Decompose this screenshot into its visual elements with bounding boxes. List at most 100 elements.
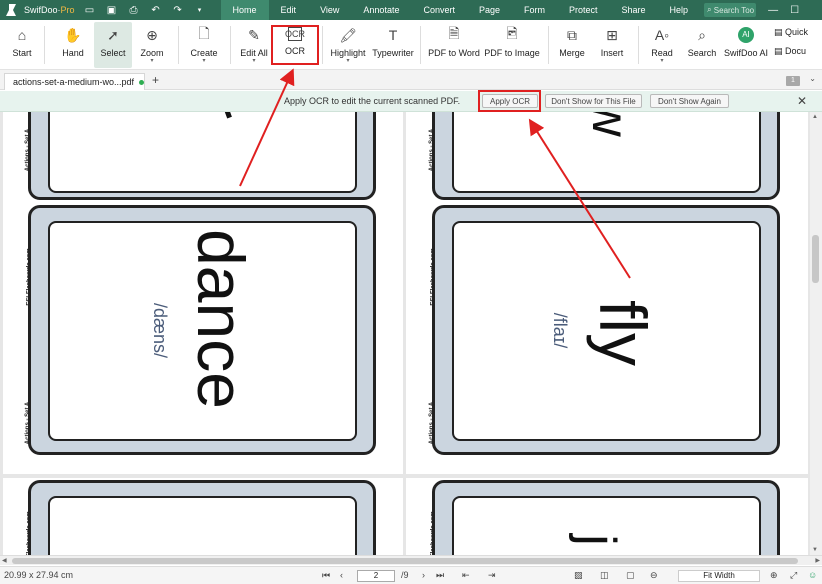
typewriter-icon: T <box>388 27 398 43</box>
search-placeholder: Search Too <box>713 5 755 15</box>
menu-view[interactable]: View <box>308 0 351 20</box>
hand-button[interactable]: ✋ Hand <box>54 22 92 68</box>
document-canvas[interactable]: Actions - Set A ESLFlashcards.com Action… <box>0 112 810 555</box>
zoom-label: Zoom <box>140 48 164 58</box>
edit-all-button[interactable]: ✎ Edit All ▾ <box>236 22 272 68</box>
chevron-down-icon: ▾ <box>252 58 256 64</box>
app-window: SwifDoo·Pro ▭ ▣ ⎙ ↶ ↷ ▾ Home Edit View A… <box>0 0 822 584</box>
scroll-up-icon[interactable]: ▲ <box>812 114 818 120</box>
zoom-icon: ⊕ <box>146 26 158 43</box>
single-page-icon[interactable]: ▢ <box>626 570 635 581</box>
zoom-in-icon[interactable]: ⊕ <box>770 570 778 581</box>
menu-home[interactable]: Home <box>220 0 269 20</box>
menu-help[interactable]: Help <box>658 0 701 20</box>
merge-button[interactable]: ⧉ Merge <box>554 22 590 68</box>
search-button[interactable]: ⌕ Search <box>684 22 720 68</box>
image-file-icon: 🖻 <box>506 25 518 41</box>
home-icon: ⌂ <box>17 27 27 43</box>
flashcard-word: dance <box>183 229 258 409</box>
vertical-scroll-thumb[interactable] <box>812 235 819 283</box>
pdf-to-image-button[interactable]: 🖻 PDF to Image <box>484 22 540 68</box>
dropdown-chevron-icon[interactable]: ▾ <box>193 6 207 14</box>
dont-show-again-button[interactable]: Don't Show Again <box>650 94 729 108</box>
flashcard-fly: ESLFlashcards.com Actions - Set A fly /f… <box>429 205 780 455</box>
search-doc-icon: ⌕ <box>698 26 706 43</box>
menu-edit[interactable]: Edit <box>269 0 309 20</box>
card-side-text: ESLFlashcards.com <box>430 511 437 555</box>
ribbon-divider <box>178 26 179 64</box>
pdf-page: Actions - Set A w ESLFlashcards.com Acti… <box>406 112 808 474</box>
tab-list-chevron-icon[interactable]: ⌄ <box>809 74 816 83</box>
merge-icon: ⧉ <box>567 26 577 43</box>
minimize-icon[interactable]: — <box>768 5 778 16</box>
cursor-icon: ➚ <box>107 26 119 43</box>
page-size-readout: 20.99 x 27.94 cm <box>4 570 74 580</box>
status-bar: 20.99 x 27.94 cm ⏮ ‹ 2 /9 › ⏭ ⇤ ⇥ ▨ ◫ ▢ … <box>0 566 822 584</box>
horizontal-scroll-thumb[interactable] <box>12 558 798 564</box>
card-side-text: Actions - Set A <box>25 128 32 172</box>
highlight-button[interactable]: 🖍 Highlight ▾ <box>328 22 368 68</box>
edit-all-label: Edit All <box>240 48 268 58</box>
prev-page-icon[interactable]: ‹ <box>340 570 343 580</box>
menu-page[interactable]: Page <box>467 0 512 20</box>
document-icon: ▤ <box>774 46 783 56</box>
zoom-mode-select[interactable]: Fit Width <box>678 570 760 582</box>
pdf-to-image-label: PDF to Image <box>484 48 540 58</box>
zoom-out-icon[interactable]: ⊖ <box>650 570 658 581</box>
zoom-button[interactable]: ⊕ Zoom ▾ <box>134 22 170 68</box>
typewriter-label: Typewriter <box>372 48 414 58</box>
docu-label: ▤ Docu <box>774 46 806 57</box>
ribbon-divider <box>230 26 231 64</box>
page-layout-icon[interactable]: ▨ <box>574 570 583 581</box>
undo-icon[interactable]: ↶ <box>149 5 163 16</box>
pdf-to-word-button[interactable]: 🗎 PDF to Word <box>426 22 482 68</box>
next-page-icon[interactable]: › <box>422 570 425 580</box>
insert-button[interactable]: ⊞ Insert <box>594 22 630 68</box>
flashcard-phonetic: /flaɪ/ <box>550 312 571 349</box>
flashcard-word-fragment: w <box>580 112 639 137</box>
swifdoo-ai-button[interactable]: AI SwifDoo AI <box>722 22 770 68</box>
current-page-input[interactable]: 2 <box>357 570 395 582</box>
menu-protect[interactable]: Protect <box>557 0 610 20</box>
fit-page-icon[interactable]: ⤢ <box>790 570 797 581</box>
docu-text: Docu <box>785 46 807 56</box>
read-button[interactable]: A◦ Read ▾ <box>644 22 680 68</box>
maximize-icon[interactable]: ☐ <box>790 5 799 16</box>
previous-view-icon[interactable]: ⇤ <box>462 570 470 581</box>
document-tab[interactable]: actions-set-a-medium-wo...pdf <box>4 73 145 90</box>
save-icon[interactable]: ▣ <box>105 5 119 16</box>
first-page-icon[interactable]: ⏮ <box>322 570 330 581</box>
scroll-left-icon[interactable]: ◀ <box>2 557 7 564</box>
start-button[interactable]: ⌂ Start <box>4 22 40 68</box>
ocr-highlight-box <box>271 25 319 65</box>
last-page-icon[interactable]: ⏭ <box>436 570 444 581</box>
app-name-text: SwifDoo <box>24 5 58 15</box>
ribbon-divider <box>420 26 421 64</box>
dual-page-icon[interactable]: ◫ <box>600 570 609 581</box>
typewriter-button[interactable]: T Typewriter <box>370 22 416 68</box>
menu-form[interactable]: Form <box>512 0 557 20</box>
scroll-right-icon[interactable]: ▶ <box>815 557 820 564</box>
next-view-icon[interactable]: ⇥ <box>488 570 496 581</box>
scroll-down-icon[interactable]: ▼ <box>812 547 818 553</box>
new-tab-plus-icon[interactable]: + <box>152 73 159 87</box>
menu-convert[interactable]: Convert <box>411 0 467 20</box>
quick-button[interactable]: ▤ Quick ▤ Docu <box>774 22 822 68</box>
print-icon[interactable]: ⎙ <box>127 5 141 16</box>
search-tools-input[interactable]: ⌕ Search Too <box>704 3 757 17</box>
menu-annotate[interactable]: Annotate <box>351 0 411 20</box>
menu-share[interactable]: Share <box>610 0 658 20</box>
pdf-page: ESLFlashcards.com j <box>406 478 808 555</box>
folder-icon[interactable]: ▭ <box>83 5 97 16</box>
vertical-scrollbar[interactable]: ▲ ▼ <box>810 112 822 555</box>
dont-show-for-file-button[interactable]: Don't Show for This File <box>545 94 642 108</box>
help-icon[interactable]: ☺ <box>808 570 817 580</box>
select-button[interactable]: ➚ Select <box>94 22 132 68</box>
redo-icon[interactable]: ↷ <box>171 5 185 16</box>
create-button[interactable]: 🗋 Create ▾ <box>186 22 222 68</box>
horizontal-scrollbar[interactable]: ◀ ▶ <box>0 555 822 565</box>
flashcard-word: fly <box>586 300 660 366</box>
title-bar: SwifDoo·Pro ▭ ▣ ⎙ ↶ ↷ ▾ Home Edit View A… <box>0 0 822 20</box>
insert-page-icon: ⊞ <box>606 26 618 43</box>
close-icon[interactable]: ✕ <box>797 94 807 108</box>
